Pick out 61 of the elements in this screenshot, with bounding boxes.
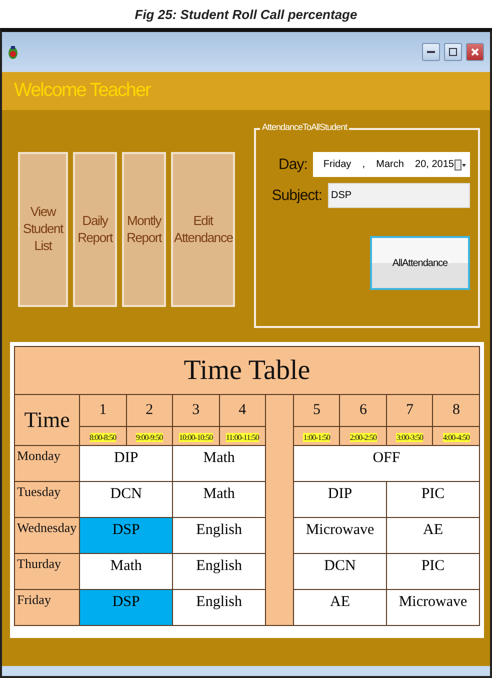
subject-cell: Microwave [386,590,480,626]
table-header: Time [14,394,80,446]
period-time: 1:00-1:50 [303,433,330,442]
subject-cell: DCN [293,554,386,590]
subject-cell: OFF [293,446,480,482]
subject-cell: Math [172,446,266,482]
subject-cell: English [172,518,266,554]
subject-cell: AE [386,518,480,554]
app-logo-icon [8,44,18,60]
period-number: 6 [340,394,386,426]
figure-caption: Fig 25: Student Roll Call percentage [134,6,358,24]
period-number: 2 [126,394,173,426]
close-icon [471,48,479,56]
subject-cell: DIP [80,446,173,482]
period-number: 7 [386,394,433,426]
day-cell: Tuesday [14,482,80,518]
day-cell: Thurday [14,554,80,590]
calendar-dropdown-icon[interactable] [454,158,466,170]
period-number: 3 [172,394,220,426]
maximize-icon [449,48,457,56]
period-time: 3:00-3:50 [396,433,424,442]
period-number: 4 [219,394,266,426]
date-picker[interactable]: Friday , March 20, 2015 [313,152,470,177]
subject-cell: PIC [386,554,480,590]
period-time: 2:00-2:50 [350,433,377,442]
subject-label: Subject: [270,187,322,204]
maximize-button[interactable] [444,43,462,61]
subject-cell: English [172,554,266,590]
subject-cell: DSP [80,518,173,554]
minimize-icon [427,50,435,54]
menu-button[interactable]: Montly Report [122,152,166,307]
period-number: 5 [293,394,340,426]
subject-cell: Math [80,554,173,590]
close-button[interactable] [466,43,484,61]
subject-cell: Math [172,482,266,518]
subject-cell: DIP [293,482,386,518]
subject-field[interactable]: DSP [328,183,470,208]
minimize-button[interactable] [422,43,440,61]
period-time: 11:00-11:50 [226,433,259,442]
period-time: 9:00-9:50 [136,433,163,442]
day-cell: Monday [14,446,80,482]
day-cell: Wednesday [14,518,80,554]
menu-button[interactable]: Edit Attendance [171,152,235,307]
all-attendance-button[interactable]: AllAttendance [370,236,470,290]
subject-cell: DCN [80,482,173,518]
menu-button[interactable]: View Student List [18,152,68,307]
subject-cell: English [172,590,266,626]
table-title: Time Table [14,346,480,394]
menu-button[interactable]: Daily Report [73,152,117,307]
day-cell: Friday [14,590,80,626]
period-time: 10:00-10:50 [179,433,213,442]
period-number: 1 [80,394,126,426]
subject-cell: Microwave [293,518,386,554]
subject-cell: AE [293,590,386,626]
period-number: 8 [432,394,480,426]
subject-cell: DSP [80,590,173,626]
period-time: 4:00-4:50 [442,433,470,442]
group-title: AttendanceToAllStudent [260,122,350,132]
day-label: Day: [278,156,308,173]
period-time: 8:00-8:50 [90,433,116,442]
subject-cell: PIC [386,482,480,518]
